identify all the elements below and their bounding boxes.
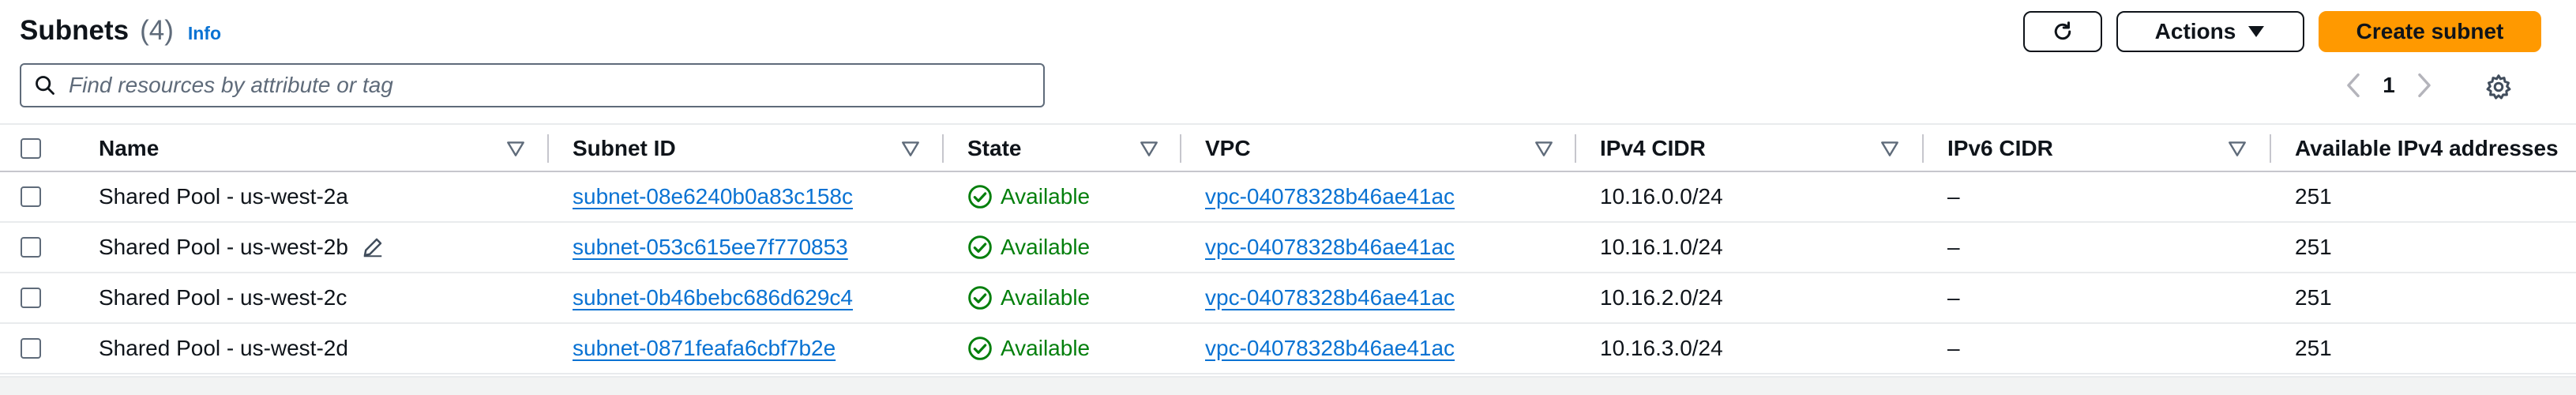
ipv4-cidr: 10.16.1.0/24: [1600, 235, 1723, 259]
available-ipv4: 251: [2295, 336, 2332, 360]
info-link[interactable]: Info: [188, 23, 221, 44]
gear-icon: [2486, 74, 2511, 100]
subnet-count: (4): [140, 15, 174, 46]
column-header-state[interactable]: State: [967, 125, 1021, 172]
check-circle-icon: [968, 286, 992, 310]
search-icon: [36, 76, 54, 95]
state-label: Available: [1001, 184, 1091, 209]
check-circle-icon: [968, 337, 992, 360]
subnets-panel: Subnets (4) Info Actions Create subnet F…: [0, 0, 2576, 378]
ipv6-cidr: –: [1947, 285, 1960, 310]
ipv4-cidr: 10.16.0.0/24: [1600, 184, 1723, 209]
previous-page-button[interactable]: [2330, 66, 2377, 104]
subnet-name: Shared Pool - us-west-2d: [99, 336, 348, 360]
column-header-available-ipv4[interactable]: Available IPv4 addresses: [2295, 125, 2559, 172]
pagination: 1: [2330, 66, 2448, 104]
subnet-id-link[interactable]: subnet-053c615ee7f770853: [573, 223, 848, 272]
vpc-link[interactable]: vpc-04078328b46ae41ac: [1205, 273, 1455, 322]
table-row[interactable]: Shared Pool - us-west-2a subnet-08e6240b…: [0, 172, 2576, 223]
sort-caret-down-icon[interactable]: [505, 138, 526, 159]
available-ipv4: 251: [2295, 184, 2332, 209]
available-ipv4: 251: [2295, 235, 2332, 259]
state-cell: Available: [967, 172, 1090, 221]
column-resizer[interactable]: [547, 134, 549, 163]
next-page-button[interactable]: [2401, 66, 2448, 104]
column-header-ipv4-cidr[interactable]: IPv4 CIDR: [1600, 125, 1706, 172]
search-input[interactable]: [67, 72, 1018, 99]
column-resizer[interactable]: [942, 134, 944, 163]
state-cell: Available: [967, 324, 1090, 373]
column-resizer[interactable]: [1180, 134, 1181, 163]
create-subnet-button[interactable]: Create subnet: [2319, 11, 2541, 52]
column-resizer[interactable]: [1575, 134, 1576, 163]
row-checkbox[interactable]: [21, 237, 41, 258]
preferences-button[interactable]: [2480, 68, 2518, 106]
check-circle-icon: [968, 185, 992, 209]
page-header: Subnets (4) Info: [20, 11, 221, 51]
pencil-icon[interactable]: [361, 235, 385, 259]
page-number[interactable]: 1: [2377, 73, 2401, 98]
table-row[interactable]: Shared Pool - us-west-2c subnet-0b46bebc…: [0, 273, 2576, 324]
actions-button[interactable]: Actions: [2116, 11, 2304, 52]
subnet-name: Shared Pool - us-west-2c: [99, 285, 347, 310]
refresh-button[interactable]: [2023, 11, 2102, 52]
ipv6-cidr: –: [1947, 184, 1960, 209]
column-header-subnet-id[interactable]: Subnet ID: [573, 125, 676, 172]
page-background: [0, 378, 2576, 395]
column-header-vpc[interactable]: VPC: [1205, 125, 1251, 172]
ipv6-cidr: –: [1947, 336, 1960, 360]
subnet-id-link[interactable]: subnet-08e6240b0a83c158c: [573, 172, 853, 221]
table-row[interactable]: Shared Pool - us-west-2b subnet-053c615e…: [0, 223, 2576, 273]
column-header-ipv6-cidr[interactable]: IPv6 CIDR: [1947, 125, 2053, 172]
ipv4-cidr: 10.16.2.0/24: [1600, 285, 1723, 310]
state-label: Available: [1001, 235, 1091, 259]
subnet-name: Shared Pool - us-west-2a: [99, 184, 348, 209]
vpc-link[interactable]: vpc-04078328b46ae41ac: [1205, 324, 1455, 373]
subnet-name-cell: Shared Pool - us-west-2b: [99, 223, 385, 272]
search-box[interactable]: [20, 63, 1045, 107]
vpc-link[interactable]: vpc-04078328b46ae41ac: [1205, 172, 1455, 221]
subnet-name: Shared Pool - us-west-2b: [99, 235, 348, 259]
table-header: Name Subnet ID State VPC IPv4 CIDR IPv6 …: [0, 123, 2576, 172]
refresh-icon: [2054, 21, 2071, 40]
table-row[interactable]: Shared Pool - us-west-2d subnet-0871feaf…: [0, 324, 2576, 374]
sort-caret-down-icon[interactable]: [900, 138, 921, 159]
sort-caret-down-icon[interactable]: [1534, 138, 1554, 159]
state-label: Available: [1001, 285, 1091, 310]
chevron-right-icon: [2418, 73, 2431, 98]
row-checkbox[interactable]: [21, 338, 41, 359]
row-checkbox[interactable]: [21, 288, 41, 308]
sort-caret-down-icon[interactable]: [2227, 138, 2247, 159]
select-all-checkbox[interactable]: [21, 138, 41, 159]
sort-caret-down-icon[interactable]: [1879, 138, 1900, 159]
state-cell: Available: [967, 223, 1090, 272]
available-ipv4: 251: [2295, 285, 2332, 310]
vpc-link[interactable]: vpc-04078328b46ae41ac: [1205, 223, 1455, 272]
subnet-id-link[interactable]: subnet-0b46bebc686d629c4: [573, 273, 853, 322]
column-resizer[interactable]: [2270, 134, 2271, 163]
column-resizer[interactable]: [1922, 134, 1924, 163]
column-header-name[interactable]: Name: [99, 125, 159, 172]
ipv4-cidr: 10.16.3.0/24: [1600, 336, 1723, 360]
page-title: Subnets: [20, 15, 130, 46]
ipv6-cidr: –: [1947, 235, 1960, 259]
actions-label: Actions: [2154, 19, 2236, 43]
row-checkbox[interactable]: [21, 186, 41, 207]
subnet-id-link[interactable]: subnet-0871feafa6cbf7b2e: [573, 324, 836, 373]
state-label: Available: [1001, 336, 1091, 360]
caret-down-icon: [2248, 26, 2265, 37]
state-cell: Available: [967, 273, 1090, 322]
chevron-left-icon: [2347, 73, 2360, 98]
sort-caret-down-icon[interactable]: [1139, 138, 1159, 159]
check-circle-icon: [968, 235, 992, 259]
create-subnet-label: Create subnet: [2356, 19, 2504, 43]
